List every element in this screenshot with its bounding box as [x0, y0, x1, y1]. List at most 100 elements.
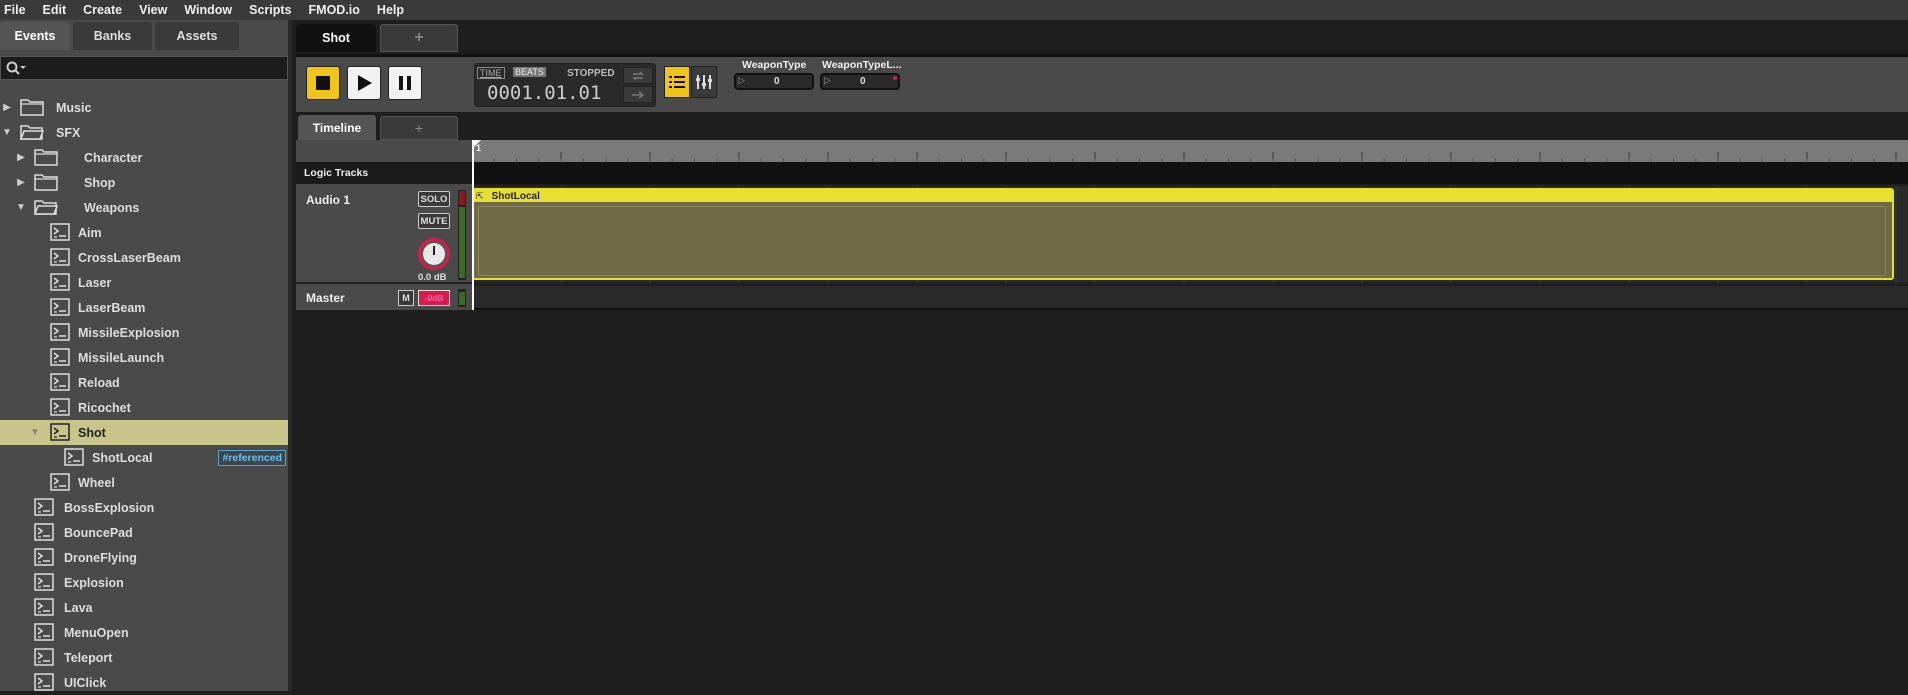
- tree-event[interactable]: LaserBeam: [0, 295, 288, 320]
- timeline-ruler[interactable]: 1: [472, 140, 1908, 162]
- event-icon: [50, 248, 70, 266]
- meter-level: [459, 207, 465, 278]
- menu-edit[interactable]: Edit: [43, 3, 67, 17]
- track-name[interactable]: Audio 1: [306, 193, 350, 207]
- tree-event[interactable]: BouncePad: [0, 520, 288, 545]
- volume-knob[interactable]: [418, 238, 450, 270]
- menu-fmod-io[interactable]: FMOD.io: [309, 3, 360, 17]
- tree-event[interactable]: MenuOpen: [0, 620, 288, 645]
- menu-scripts[interactable]: Scripts: [249, 3, 291, 17]
- master-meter-level: [459, 292, 465, 305]
- stop-icon: [316, 76, 330, 90]
- tree-item-label: Laser: [78, 275, 112, 290]
- play-button[interactable]: [347, 66, 381, 100]
- folder-icon: [34, 149, 58, 166]
- master-mute-button[interactable]: M: [398, 290, 414, 306]
- mute-button[interactable]: MUTE: [418, 213, 450, 229]
- tree-folder[interactable]: ▶ Music: [0, 95, 288, 120]
- instrument-body: [478, 206, 1886, 276]
- mixer-view-toggle[interactable]: [691, 66, 717, 98]
- expand-right-icon[interactable]: ▶: [2, 102, 12, 114]
- beats-mode-toggle[interactable]: BEATS: [513, 67, 546, 77]
- tree-event[interactable]: CrossLaserBeam: [0, 245, 288, 270]
- tree-event[interactable]: Laser: [0, 270, 288, 295]
- follow-playhead-button[interactable]: [623, 86, 653, 103]
- menu-create[interactable]: Create: [83, 3, 122, 17]
- stop-button[interactable]: [306, 66, 340, 100]
- tree-event[interactable]: Lava: [0, 595, 288, 620]
- search-input[interactable]: [0, 56, 288, 80]
- pause-button[interactable]: [388, 66, 422, 100]
- tree-folder[interactable]: ▼ Weapons: [0, 195, 288, 220]
- event-icon: [50, 423, 70, 441]
- search-icon[interactable]: [5, 60, 27, 76]
- list-icon: [669, 76, 685, 88]
- tree-folder[interactable]: ▶ Character: [0, 145, 288, 170]
- referenced-badge: #referenced: [218, 449, 286, 466]
- menu-view[interactable]: View: [139, 3, 167, 17]
- master-track-lane[interactable]: [472, 286, 1908, 310]
- track-header-audio-1[interactable]: Audio 1 SOLO MUTE 0.0 dB: [296, 186, 472, 284]
- loop-button[interactable]: [623, 67, 653, 84]
- tree-event[interactable]: MissileLaunch: [0, 345, 288, 370]
- tree-event[interactable]: ShotLocal #referenced: [0, 445, 288, 470]
- expand-right-icon[interactable]: ▶: [16, 177, 26, 189]
- expand-down-icon[interactable]: ▼: [16, 202, 26, 214]
- parameter-slider[interactable]: ▷ 0: [734, 73, 814, 90]
- tree-event[interactable]: Reload: [0, 370, 288, 395]
- tab-shot[interactable]: Shot: [296, 24, 376, 52]
- tree-event[interactable]: Teleport: [0, 645, 288, 670]
- menu-file[interactable]: File: [4, 3, 26, 17]
- local-indicator-dot: [893, 76, 897, 80]
- tree-event[interactable]: ▼ Shot: [0, 420, 288, 445]
- expand-down-icon[interactable]: ▼: [30, 427, 40, 439]
- expand-right-icon[interactable]: ▶: [16, 152, 26, 164]
- knob-indicator: [433, 246, 435, 255]
- master-track-header[interactable]: Master M -0dB: [296, 286, 472, 310]
- tree-event[interactable]: Wheel: [0, 470, 288, 495]
- parameter-weapontype-local[interactable]: WeaponTypeL... ▷ 0: [820, 59, 902, 101]
- event-icon: [50, 298, 70, 316]
- expand-down-icon[interactable]: ▼: [2, 127, 12, 139]
- parameter-value: 0: [860, 76, 866, 87]
- add-event-tab-button[interactable]: +: [380, 24, 458, 52]
- tree-event[interactable]: Explosion: [0, 570, 288, 595]
- tracks-view-toggle[interactable]: [664, 66, 690, 98]
- tab-assets[interactable]: Assets: [155, 22, 239, 50]
- tree-event[interactable]: MissileExplosion: [0, 320, 288, 345]
- parameter-slider[interactable]: ▷ 0: [820, 73, 900, 90]
- editor-subtabs: Timeline +: [296, 112, 1908, 140]
- tab-banks[interactable]: Banks: [73, 22, 152, 50]
- browser-tabs: Events Banks Assets: [0, 22, 290, 50]
- tree-event[interactable]: BossExplosion: [0, 495, 288, 520]
- tree-event[interactable]: Aim: [0, 220, 288, 245]
- tab-events[interactable]: Events: [0, 22, 70, 50]
- menu-help[interactable]: Help: [377, 3, 404, 17]
- tree-item-label: ShotLocal: [92, 450, 153, 465]
- parameter-weapontype[interactable]: WeaponType ▷ 0: [734, 59, 814, 101]
- master-volume-fader[interactable]: -0dB: [418, 290, 450, 306]
- tree-folder[interactable]: ▶ Shop: [0, 170, 288, 195]
- tree-folder[interactable]: ▼ SFX: [0, 120, 288, 145]
- parameter-name: WeaponType: [742, 59, 807, 71]
- menu-window[interactable]: Window: [184, 3, 232, 17]
- instrument-shotlocal[interactable]: ⇱ ShotLocal: [472, 188, 1894, 280]
- tree-event[interactable]: UIClick: [0, 670, 288, 695]
- menu-bar: File Edit Create View Window Scripts FMO…: [0, 0, 1908, 20]
- solo-button[interactable]: SOLO: [418, 191, 450, 207]
- tree-item-label: Wheel: [78, 475, 115, 490]
- add-parameter-tab-button[interactable]: +: [380, 116, 458, 140]
- tree-item-label: Lava: [64, 600, 93, 615]
- tree-event[interactable]: Ricochet: [0, 395, 288, 420]
- tree-event[interactable]: DroneFlying: [0, 545, 288, 570]
- event-icon: [50, 323, 70, 341]
- logic-tracks-lane[interactable]: [472, 162, 1908, 184]
- tab-timeline[interactable]: Timeline: [298, 115, 376, 140]
- instrument-title-bar[interactable]: ⇱ ShotLocal: [474, 190, 1892, 202]
- event-icon: [34, 498, 54, 516]
- loop-icon: [632, 70, 644, 81]
- time-mode-toggle[interactable]: TIME: [477, 67, 505, 79]
- track-lane-audio-1[interactable]: ⇱ ShotLocal: [472, 186, 1908, 284]
- faders-icon: [696, 75, 712, 89]
- ruler-ticks: [472, 152, 1897, 162]
